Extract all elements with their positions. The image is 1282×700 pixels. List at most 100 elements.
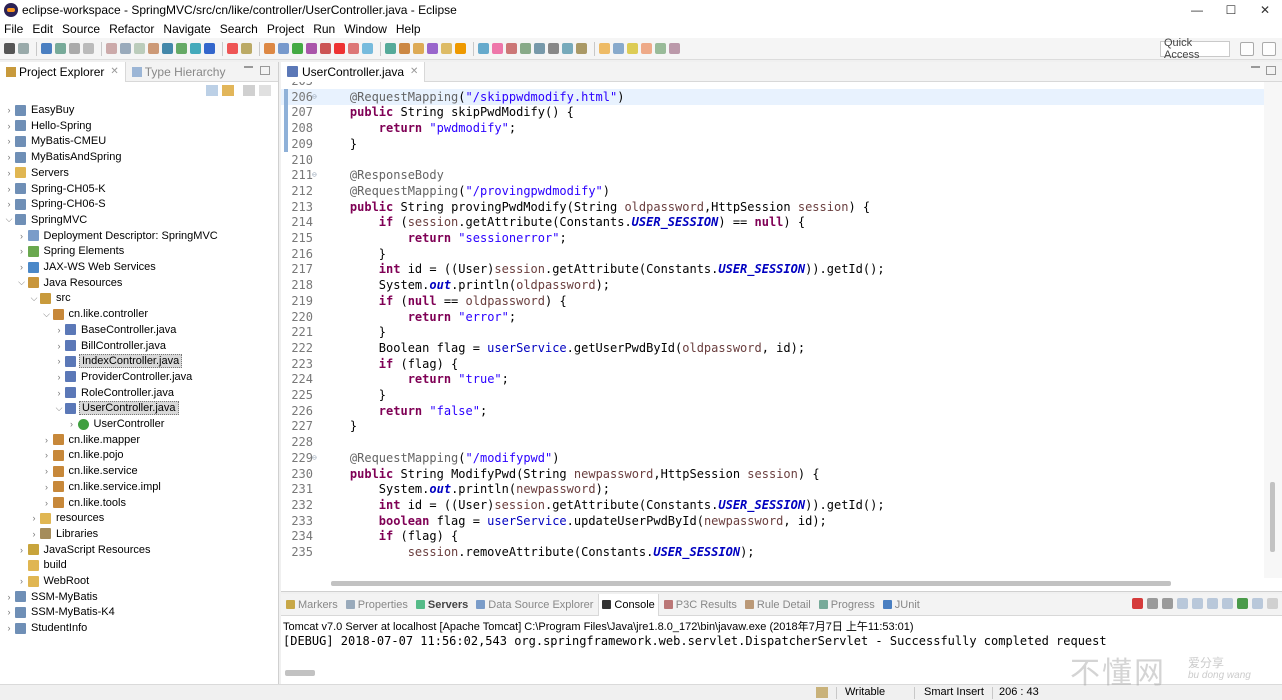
toolbar-button-icon[interactable] xyxy=(190,43,201,54)
code-line[interactable]: 219 if (null == oldpassword) { xyxy=(281,293,1264,309)
chevron-right-icon[interactable]: › xyxy=(17,246,27,256)
toolbar-button-icon[interactable] xyxy=(576,43,587,54)
toolbar-button-icon[interactable] xyxy=(334,43,345,54)
code-line[interactable]: 211 ⊖ @ResponseBody xyxy=(281,167,1264,183)
toolbar-button-icon[interactable] xyxy=(441,43,452,54)
menu-refactor[interactable]: Refactor xyxy=(109,22,154,36)
code-line[interactable]: 220 return "error"; xyxy=(281,309,1264,325)
tree-item[interactable]: › BaseController.java xyxy=(54,322,178,338)
code-line[interactable]: 222 Boolean flag = userService.getUserPw… xyxy=(281,340,1264,356)
tree-item[interactable]: › JavaScript Resources xyxy=(17,542,153,558)
toolbar-button-icon[interactable] xyxy=(18,43,29,54)
code-line[interactable]: 226 return "false"; xyxy=(281,403,1264,419)
toolbar-button-icon[interactable] xyxy=(427,43,438,54)
code-line[interactable]: 206 ⊖ @RequestMapping("/skippwdmodify.htm… xyxy=(281,88,1264,105)
tab-servers[interactable]: Servers xyxy=(413,594,471,616)
chevron-down-icon[interactable]: ⌵ xyxy=(4,214,14,225)
menu-run[interactable]: Run xyxy=(313,22,335,36)
close-icon[interactable]: ✕ xyxy=(110,66,118,77)
tree-item[interactable]: › resources xyxy=(29,510,106,526)
chevron-right-icon[interactable]: › xyxy=(4,623,14,633)
chevron-right-icon[interactable]: › xyxy=(54,388,64,398)
toolbar-button-icon[interactable] xyxy=(204,43,215,54)
word-wrap-icon[interactable] xyxy=(1207,598,1218,609)
menu-search[interactable]: Search xyxy=(220,22,258,36)
toolbar-button-icon[interactable] xyxy=(641,43,652,54)
toolbar-button-icon[interactable] xyxy=(41,43,52,54)
scroll-lock-icon[interactable] xyxy=(1192,598,1203,609)
tree-item[interactable]: ⌵ UserController.java xyxy=(54,400,179,416)
editor-tab-usercontroller[interactable]: UserController.java ✕ xyxy=(281,61,426,82)
toolbar-button-icon[interactable] xyxy=(478,43,489,54)
chevron-right-icon[interactable]: › xyxy=(4,105,14,115)
fold-icon[interactable]: ⊖ xyxy=(312,89,317,105)
tree-item[interactable]: › Spring-CH05-K xyxy=(4,181,108,197)
view-menu-icon[interactable] xyxy=(1267,598,1278,609)
tree-item[interactable]: › Spring Elements xyxy=(17,243,127,259)
toolbar-button-icon[interactable] xyxy=(627,43,638,54)
open-console-icon[interactable] xyxy=(1252,598,1263,609)
insert-mode-status[interactable]: Smart Insert xyxy=(924,686,984,698)
toolbar-button-icon[interactable] xyxy=(292,43,303,54)
code-line[interactable]: 223 if (flag) { xyxy=(281,356,1264,372)
chevron-right-icon[interactable]: › xyxy=(4,607,14,617)
display-console-icon[interactable] xyxy=(1237,598,1248,609)
tab-properties[interactable]: Properties xyxy=(343,594,411,616)
chevron-right-icon[interactable]: › xyxy=(54,325,64,335)
tab-data-source-explorer[interactable]: Data Source Explorer xyxy=(473,594,596,616)
toolbar-button-icon[interactable] xyxy=(455,43,466,54)
remove-launch-icon[interactable] xyxy=(1147,598,1158,609)
code-line[interactable]: 217 int id = ((User)session.getAttribute… xyxy=(281,261,1264,277)
chevron-right-icon[interactable]: › xyxy=(17,231,27,241)
tree-item[interactable]: › StudentInfo xyxy=(4,620,89,636)
code-line[interactable]: 209 } xyxy=(281,135,1264,152)
chevron-down-icon[interactable]: ⌵ xyxy=(42,309,52,320)
tab-project-explorer[interactable]: Project Explorer ✕ xyxy=(0,61,126,82)
tree-item[interactable]: › Hello-Spring xyxy=(4,118,94,134)
code-line[interactable]: 216 } xyxy=(281,246,1264,262)
chevron-right-icon[interactable]: › xyxy=(4,592,14,602)
editor-vertical-scrollbar[interactable] xyxy=(1264,82,1282,578)
tree-item[interactable]: › RoleController.java xyxy=(54,385,176,401)
code-line[interactable]: 214 if (session.getAttribute(Constants.U… xyxy=(281,214,1264,230)
tab-p3c-results[interactable]: P3C Results xyxy=(661,594,740,616)
chevron-right-icon[interactable]: › xyxy=(42,482,52,492)
tree-item[interactable]: › MyBatis-CMEU xyxy=(4,133,108,149)
tree-item[interactable]: › cn.like.mapper xyxy=(42,432,143,448)
code-line[interactable]: 227 } xyxy=(281,418,1264,434)
code-line[interactable]: 225 } xyxy=(281,387,1264,403)
console-horizontal-scrollbar[interactable] xyxy=(285,670,315,676)
chevron-right-icon[interactable]: › xyxy=(54,372,64,382)
toolbar-button-icon[interactable] xyxy=(83,43,94,54)
tree-item[interactable]: › UserController xyxy=(67,416,167,432)
java-ee-perspective-icon[interactable] xyxy=(1262,42,1276,56)
chevron-right-icon[interactable]: › xyxy=(67,419,77,429)
toolbar-button-icon[interactable] xyxy=(148,43,159,54)
code-line[interactable]: 218 System.out.println(oldpassword); xyxy=(281,277,1264,293)
tree-item[interactable]: › SSM-MyBatis xyxy=(4,589,100,605)
tree-item[interactable]: › BillController.java xyxy=(54,338,168,354)
remove-all-icon[interactable] xyxy=(1162,598,1173,609)
menu-source[interactable]: Source xyxy=(62,22,100,36)
maximize-editor-icon[interactable] xyxy=(1266,66,1276,75)
toolbar-button-icon[interactable] xyxy=(176,43,187,54)
toolbar-button-icon[interactable] xyxy=(492,43,503,54)
code-line[interactable]: 233 boolean flag = userService.updateUse… xyxy=(281,513,1264,529)
chevron-down-icon[interactable]: ⌵ xyxy=(29,293,39,304)
tree-item[interactable]: › IndexController.java xyxy=(54,353,183,369)
fold-icon[interactable]: ⊖ xyxy=(312,167,317,183)
code-line[interactable]: 208 return "pwdmodify"; xyxy=(281,120,1264,137)
minimize-view-icon[interactable] xyxy=(244,66,253,75)
tab-rule-detail[interactable]: Rule Detail xyxy=(742,594,814,616)
toolbar-button-icon[interactable] xyxy=(534,43,545,54)
tab-junit[interactable]: JUnit xyxy=(880,594,923,616)
tree-item[interactable]: › cn.like.service.impl xyxy=(42,479,163,495)
chevron-down-icon[interactable]: ⌵ xyxy=(17,277,27,288)
open-perspective-icon[interactable] xyxy=(1240,42,1254,56)
tree-item[interactable]: ⌵ SpringMVC xyxy=(4,212,89,228)
tree-item[interactable]: › cn.like.service xyxy=(42,463,140,479)
maximize-view-icon[interactable] xyxy=(260,66,270,75)
toolbar-button-icon[interactable] xyxy=(278,43,289,54)
chevron-right-icon[interactable]: › xyxy=(4,152,14,162)
code-line[interactable]: 234 if (flag) { xyxy=(281,528,1264,544)
